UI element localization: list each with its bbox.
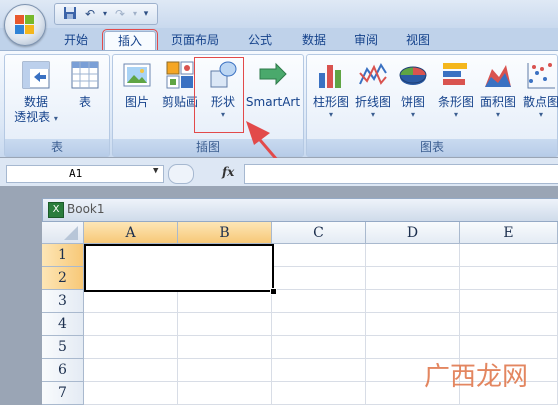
undo-icon[interactable]: ↶ xyxy=(81,6,99,22)
pivot-table-button[interactable]: 数据 透视表 ▾ xyxy=(11,59,61,125)
tables-group: 数据 透视表 ▾ 表 表 xyxy=(4,54,110,157)
column-header-a[interactable]: A xyxy=(84,222,178,244)
formula-expand-button[interactable] xyxy=(168,164,194,184)
excel-file-icon: X xyxy=(48,202,64,218)
grid-line xyxy=(84,312,558,313)
scatter-chart-button[interactable]: 散点图 ▾ xyxy=(519,59,558,120)
picture-button[interactable]: 图片 xyxy=(117,59,157,110)
table-button[interactable]: 表 xyxy=(65,59,105,110)
picture-icon xyxy=(121,59,153,91)
chevron-down-icon[interactable]: ▼ xyxy=(153,166,158,176)
clip-art-icon xyxy=(164,59,196,91)
table-icon xyxy=(69,59,101,91)
redo-icon[interactable]: ↷ xyxy=(111,6,129,22)
group-label: 表 xyxy=(5,139,109,156)
office-logo-icon xyxy=(15,15,35,35)
quick-access-toolbar: ↶ ▾ ↷ ▾ ▾ xyxy=(54,3,158,25)
column-chart-icon xyxy=(315,59,347,91)
watermark-text: 广西龙网 xyxy=(424,362,529,392)
row-header-5[interactable]: 5 xyxy=(42,336,84,359)
insert-function-button[interactable]: fx xyxy=(222,165,234,179)
save-icon[interactable] xyxy=(61,6,79,22)
tab-page-layout[interactable]: 页面布局 xyxy=(166,31,224,50)
bar-chart-icon xyxy=(440,59,472,91)
shapes-highlight-box xyxy=(194,57,244,133)
formula-bar: A1 ▼ fx xyxy=(0,158,558,186)
area-chart-button[interactable]: 面积图 ▾ xyxy=(477,59,519,120)
row-header-1[interactable]: 1 xyxy=(42,244,84,267)
pie-chart-button[interactable]: 饼图 ▾ xyxy=(395,59,431,120)
scatter-chart-icon xyxy=(525,59,557,91)
column-header-b[interactable]: B xyxy=(178,222,272,244)
ribbon: 数据 透视表 ▾ 表 表 图片 剪贴画 形状 ▾ SmartArt 插图 柱形图… xyxy=(0,50,558,244)
name-box[interactable]: A1 ▼ xyxy=(6,165,164,183)
pie-chart-icon xyxy=(397,59,429,91)
row-header-4[interactable]: 4 xyxy=(42,313,84,336)
customize-toolbar-icon[interactable]: ▾ xyxy=(141,6,151,22)
formula-input[interactable] xyxy=(244,164,558,184)
bar-chart-button[interactable]: 条形图 ▾ xyxy=(433,59,479,120)
tab-data[interactable]: 数据 xyxy=(294,31,334,50)
workbook-title-bar: X Book1 xyxy=(42,198,558,222)
row-header-2[interactable]: 2 xyxy=(42,267,84,290)
smartart-button[interactable]: SmartArt xyxy=(245,59,301,110)
tab-review[interactable]: 审阅 xyxy=(346,31,386,50)
column-header-c[interactable]: C xyxy=(272,222,366,244)
title-bar: ↶ ▾ ↷ ▾ ▾ xyxy=(0,0,558,28)
column-header-d[interactable]: D xyxy=(366,222,460,244)
row-header-6[interactable]: 6 xyxy=(42,359,84,382)
tab-view[interactable]: 视图 xyxy=(398,31,438,50)
grid-line xyxy=(365,244,366,405)
ribbon-tabs: 开始 插入 页面布局 公式 数据 审阅 视图 xyxy=(0,28,558,53)
selected-range-a1-b2[interactable] xyxy=(84,244,277,295)
tab-formulas[interactable]: 公式 xyxy=(240,31,280,50)
grid-line xyxy=(84,335,558,336)
workbook-area: X Book1 A B C D E 1 2 3 4 5 6 7 广西龙网 xyxy=(0,186,558,405)
tab-insert[interactable]: 插入 xyxy=(102,29,158,53)
line-chart-icon xyxy=(357,59,389,91)
fill-handle[interactable] xyxy=(270,288,277,295)
area-chart-icon xyxy=(482,59,514,91)
office-button[interactable] xyxy=(4,4,46,46)
pivot-table-icon xyxy=(20,59,52,91)
column-header-e[interactable]: E xyxy=(460,222,558,244)
row-header-7[interactable]: 7 xyxy=(42,382,84,405)
row-header-3[interactable]: 3 xyxy=(42,290,84,313)
tab-home[interactable]: 开始 xyxy=(56,31,96,50)
select-all-button[interactable] xyxy=(42,222,84,244)
chevron-down-icon[interactable]: ▾ xyxy=(101,6,109,22)
workbook-title: Book1 xyxy=(67,202,105,216)
chevron-down-icon[interactable]: ▾ xyxy=(131,6,139,22)
smartart-icon xyxy=(257,59,289,91)
